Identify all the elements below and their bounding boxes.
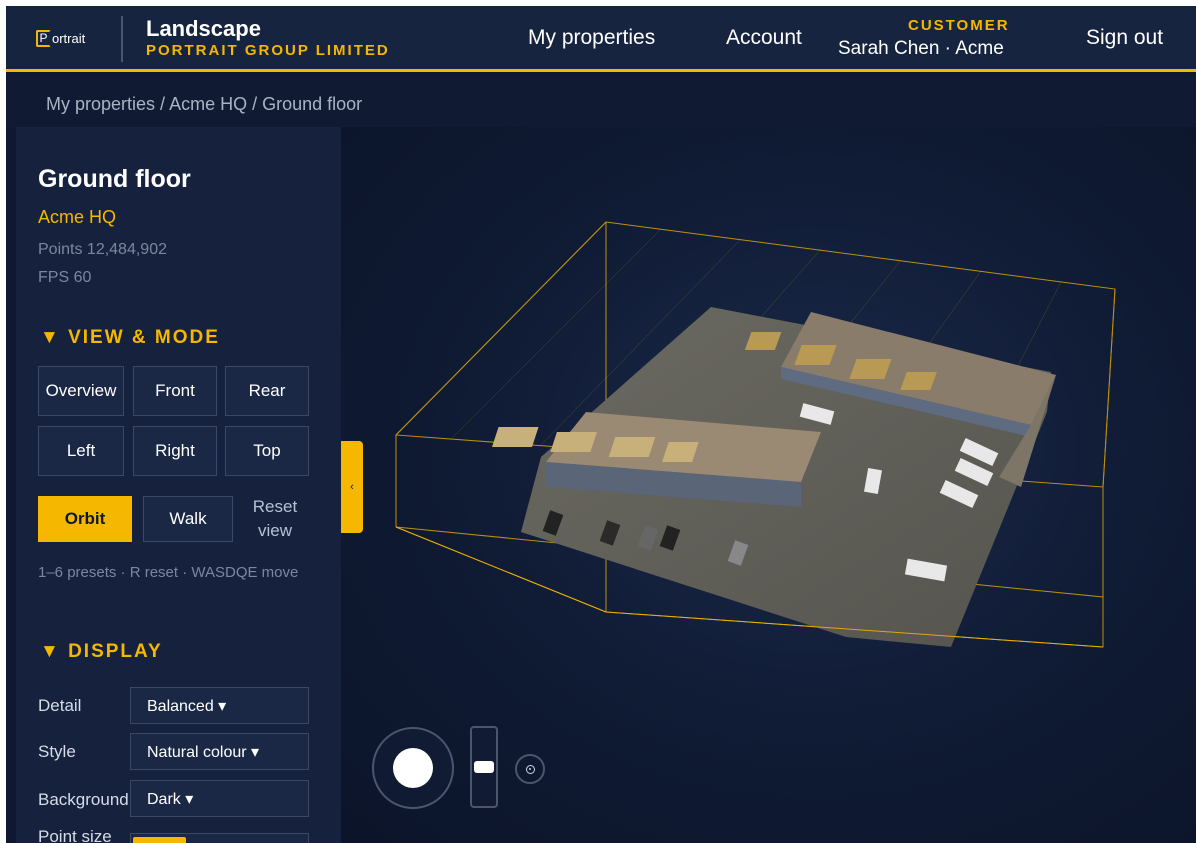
- preset-rear-button[interactable]: Rear: [225, 366, 309, 416]
- target-icon: [525, 764, 535, 774]
- walk-mode-button[interactable]: Walk: [143, 496, 233, 542]
- joystick-knob[interactable]: [393, 748, 433, 788]
- collapse-sidebar-button[interactable]: ‹: [341, 441, 363, 533]
- style-label: Style: [38, 742, 76, 761]
- elevation-slider[interactable]: [470, 726, 498, 808]
- point-size-label: Point size: [38, 827, 112, 843]
- points-count: Points 12,484,902: [38, 241, 167, 258]
- sign-out-link[interactable]: Sign out: [1086, 26, 1163, 50]
- move-joystick[interactable]: [372, 727, 454, 809]
- preset-left-button[interactable]: Left: [38, 426, 124, 476]
- orbit-mode-button[interactable]: Orbit: [38, 496, 132, 542]
- background-select[interactable]: Dark ▾: [130, 780, 309, 817]
- reset-view-button[interactable]: Reset view: [242, 491, 308, 547]
- keyboard-hint: 1–6 presets · R reset · WASDQE move: [38, 564, 299, 581]
- recenter-button[interactable]: [515, 754, 545, 784]
- background-label: Background: [38, 790, 129, 809]
- breadcrumb-acme-hq[interactable]: Acme HQ: [169, 94, 247, 114]
- header-divider: [121, 16, 123, 62]
- sidebar-panel: Ground floor Acme HQ Points 12,484,902 F…: [16, 127, 341, 843]
- property-name[interactable]: Acme HQ: [38, 207, 116, 228]
- breadcrumb-ground-floor: Ground floor: [262, 94, 363, 114]
- app-title: Landscape: [146, 16, 261, 41]
- logo-text: ortrait: [52, 31, 86, 46]
- preset-top-button[interactable]: Top: [225, 426, 309, 476]
- detail-label: Detail: [38, 696, 82, 715]
- preset-right-button[interactable]: Right: [133, 426, 217, 476]
- breadcrumb-separator: /: [155, 94, 170, 114]
- portrait-logo[interactable]: P ortrait: [36, 30, 85, 47]
- top-header: P ortrait Landscape PORTRAIT GROUP LIMIT…: [6, 6, 1196, 72]
- nav-account[interactable]: Account: [726, 26, 802, 50]
- logo-mark-icon: P: [36, 30, 51, 47]
- preset-overview-button[interactable]: Overview: [38, 366, 124, 416]
- point-size-slider[interactable]: [130, 833, 309, 843]
- customer-label: CUSTOMER: [908, 17, 1010, 34]
- fps-readout: FPS 60: [38, 269, 92, 286]
- view-mode-heading[interactable]: ▼ VIEW & MODE: [40, 327, 220, 349]
- app-window: P ortrait Landscape PORTRAIT GROUP LIMIT…: [6, 6, 1196, 843]
- company-name: PORTRAIT GROUP LIMITED: [146, 42, 390, 59]
- breadcrumb-my-properties[interactable]: My properties: [46, 94, 155, 114]
- nav-my-properties[interactable]: My properties: [528, 26, 655, 50]
- display-heading[interactable]: ▼ DISPLAY: [40, 641, 163, 663]
- breadcrumb: My properties / Acme HQ / Ground floor: [46, 94, 362, 115]
- floor-title: Ground floor: [38, 165, 191, 193]
- breadcrumb-bar: My properties / Acme HQ / Ground floor: [6, 75, 1196, 127]
- chevron-left-icon: ‹: [350, 481, 354, 493]
- elevation-slider-knob[interactable]: [474, 761, 494, 773]
- breadcrumb-separator: /: [247, 94, 263, 114]
- preset-front-button[interactable]: Front: [133, 366, 217, 416]
- style-select[interactable]: Natural colour ▾: [130, 733, 309, 770]
- customer-name: Sarah Chen · Acme: [838, 38, 1004, 59]
- detail-select[interactable]: Balanced ▾: [130, 687, 309, 724]
- point-size-slider-fill: [133, 837, 186, 843]
